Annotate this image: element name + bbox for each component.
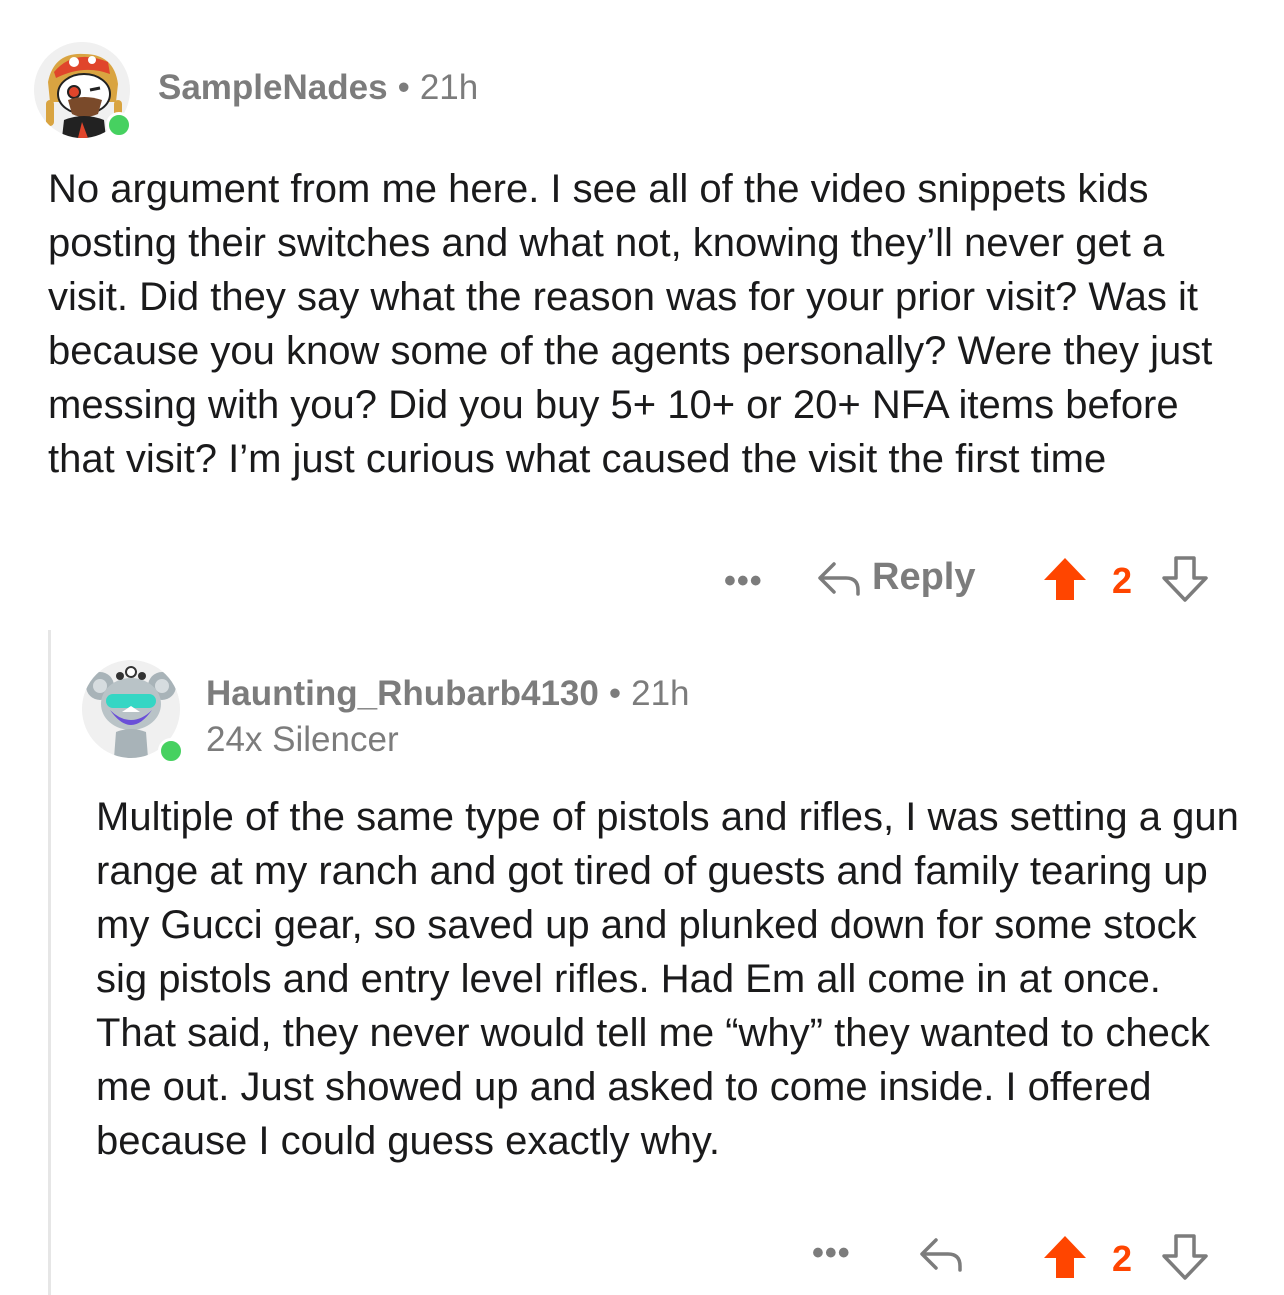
- thread-line[interactable]: [48, 630, 51, 1295]
- downvote-icon[interactable]: [1160, 1234, 1210, 1280]
- comment-body: No argument from me here. I see all of t…: [48, 167, 1213, 481]
- more-options-button[interactable]: •••: [812, 1234, 851, 1273]
- comment-meta: Haunting_Rhubarb4130 • 21h: [206, 674, 690, 714]
- username-link[interactable]: Haunting_Rhubarb4130: [206, 674, 599, 713]
- online-status-icon: [158, 738, 184, 764]
- online-status-icon: [106, 112, 132, 138]
- upvote-icon[interactable]: [1040, 556, 1090, 602]
- vote-score: 2: [1112, 1238, 1133, 1279]
- reply-label: Reply: [872, 556, 976, 598]
- reply-icon: [818, 561, 860, 596]
- username-link[interactable]: SampleNades: [158, 68, 388, 107]
- reply-icon[interactable]: [918, 1234, 964, 1274]
- vote-score: 2: [1112, 560, 1133, 601]
- downvote-icon[interactable]: [1160, 556, 1210, 602]
- more-options-button[interactable]: •••: [724, 562, 763, 601]
- comment-meta: SampleNades • 21h: [158, 68, 478, 108]
- upvote-icon[interactable]: [1040, 1234, 1090, 1280]
- user-flair: 24x Silencer: [206, 720, 399, 759]
- reply-button[interactable]: Reply: [816, 556, 975, 599]
- meta-separator: •: [608, 674, 622, 713]
- meta-separator: •: [397, 68, 410, 107]
- comment-age: 21h: [419, 68, 479, 107]
- comment-age: 21h: [631, 674, 690, 713]
- comment-body: Multiple of the same type of pistols and…: [96, 795, 1239, 1163]
